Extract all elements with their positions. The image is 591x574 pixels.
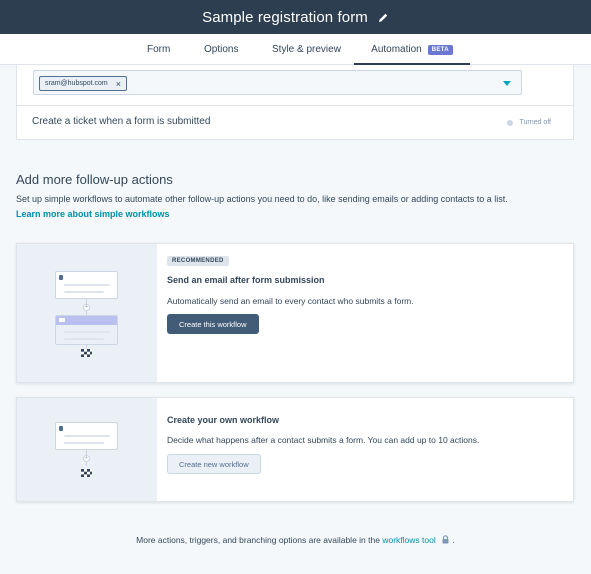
tab-form[interactable]: Form [147, 34, 170, 65]
section-title: Add more follow-up actions [16, 172, 173, 187]
trigger-node-icon [55, 271, 118, 299]
divider [17, 105, 573, 106]
finish-flag-icon [81, 349, 92, 357]
ticket-setting-label: Create a ticket when a form is submitted [32, 116, 211, 127]
footer-text: More actions, triggers, and branching op… [136, 535, 380, 545]
learn-more-link[interactable]: Learn more about simple workflows [16, 209, 170, 219]
workflow-card-custom: + Create your own workflow Decide what h… [16, 397, 574, 502]
workflow-title: Send an email after form submission [167, 275, 325, 285]
workflow-description: Decide what happens after a contact subm… [167, 435, 480, 445]
footer-note: More actions, triggers, and branching op… [0, 535, 591, 545]
toggle-dot-icon [507, 119, 514, 126]
pencil-icon[interactable] [377, 11, 389, 23]
tab-style-preview-label: Style & preview [272, 44, 341, 55]
section-description-text: Set up simple workflows to automate othe… [16, 194, 508, 204]
header-bar: Sample registration form [0, 0, 591, 34]
recipient-select[interactable]: sram@hubspot.com × [33, 70, 522, 95]
workflow-illustration: + [17, 244, 157, 382]
workflow-title: Create your own workflow [167, 415, 280, 425]
section-description: Set up simple workflows to automate othe… [16, 192, 516, 222]
dropdown-caret-icon[interactable] [503, 81, 511, 86]
tab-options-label: Options [204, 44, 239, 55]
notification-settings-card: sram@hubspot.com × Create a ticket when … [16, 65, 574, 140]
workflow-description: Automatically send an email to every con… [167, 296, 414, 306]
tab-automation[interactable]: Automation BETA [354, 34, 470, 66]
ticket-toggle[interactable]: Turned off [507, 119, 551, 126]
plus-icon: + [83, 455, 90, 462]
beta-badge: BETA [427, 44, 453, 55]
trigger-node-icon [55, 422, 118, 450]
form-title: Sample registration form [202, 8, 368, 26]
create-new-workflow-button[interactable]: Create new workflow [167, 454, 261, 474]
finish-flag-icon [81, 469, 92, 477]
tab-form-label: Form [147, 44, 171, 55]
tab-style-preview[interactable]: Style & preview [272, 34, 341, 65]
email-node-icon [55, 315, 118, 345]
recipient-chip: sram@hubspot.com × [39, 76, 128, 91]
create-this-workflow-button[interactable]: Create this workflow [167, 314, 259, 334]
workflows-tool-link[interactable]: workflows tool [382, 535, 435, 545]
tab-bar: Form Options Style & preview Automation … [0, 34, 591, 66]
footer-period: . [452, 535, 455, 545]
workflow-card-email: + RECOMMENDED Send an email after form s… [16, 243, 574, 383]
lock-icon [442, 535, 449, 544]
recommended-badge: RECOMMENDED [167, 256, 229, 266]
plus-icon: + [83, 304, 90, 311]
workflow-illustration: + [17, 398, 157, 501]
ticket-status: Turned off [519, 119, 551, 126]
recipient-email: sram@hubspot.com [45, 80, 108, 87]
remove-chip-icon[interactable]: × [116, 79, 121, 89]
tab-automation-label: Automation [371, 44, 422, 55]
tab-options[interactable]: Options [204, 34, 238, 65]
